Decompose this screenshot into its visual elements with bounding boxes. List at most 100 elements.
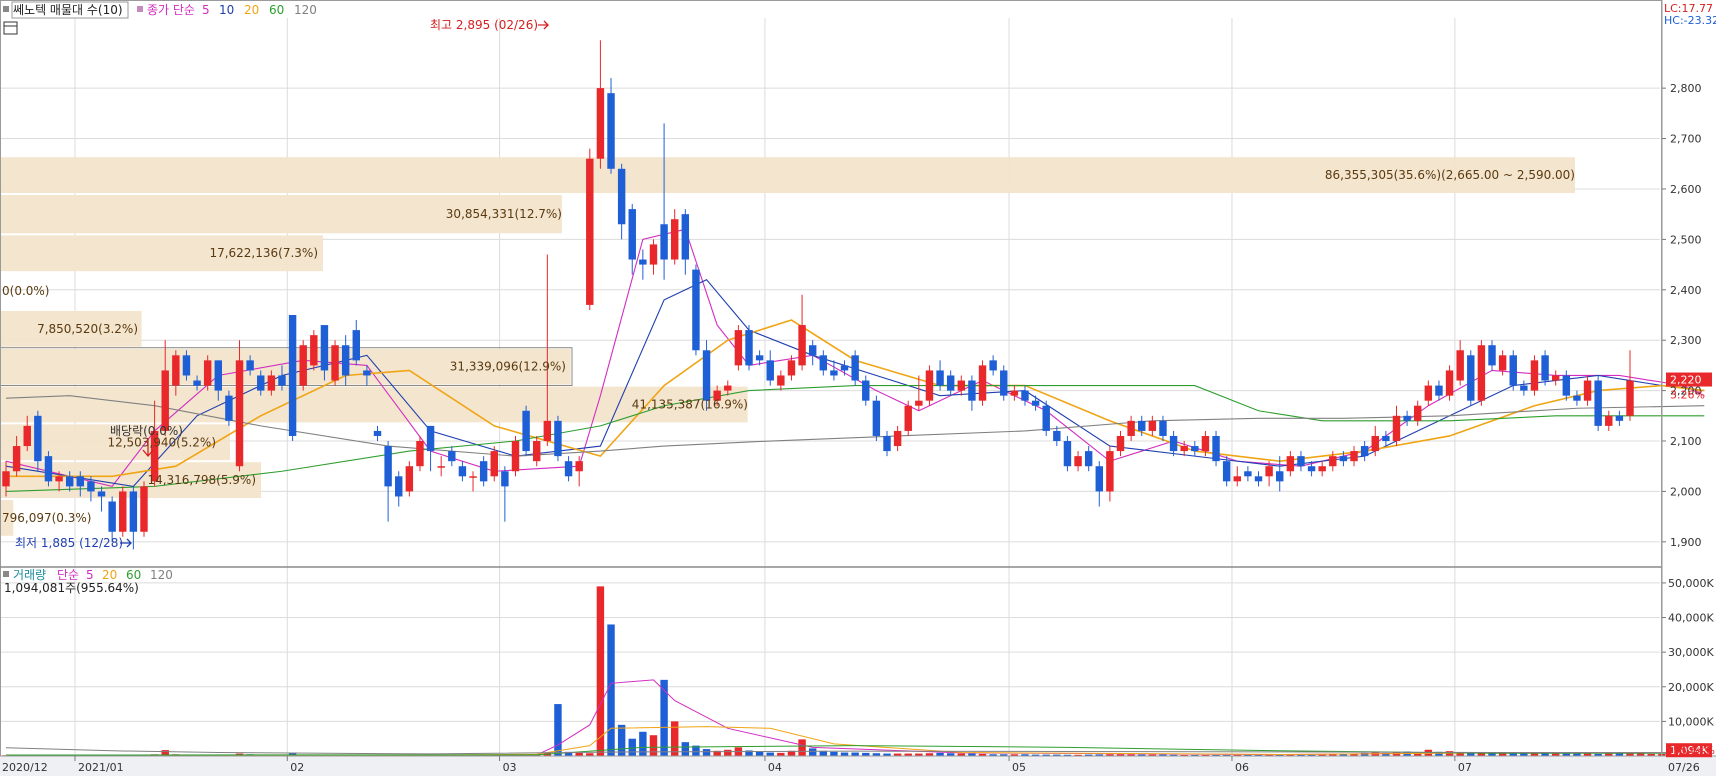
candle-body[interactable] xyxy=(161,370,169,431)
candle-body[interactable] xyxy=(1615,415,1624,421)
candle-body[interactable] xyxy=(129,491,138,532)
candle-body[interactable] xyxy=(1541,355,1549,381)
candle-body[interactable] xyxy=(936,370,944,386)
candle-body[interactable] xyxy=(586,158,594,305)
candle-body[interactable] xyxy=(1445,370,1454,396)
candle-body[interactable] xyxy=(1562,375,1571,396)
candle-body[interactable] xyxy=(511,441,520,472)
candle-body[interactable] xyxy=(1265,466,1273,477)
candle-body[interactable] xyxy=(1456,350,1464,381)
candle-body[interactable] xyxy=(1138,420,1146,431)
volume-bar[interactable] xyxy=(724,749,732,756)
candle-body[interactable] xyxy=(968,380,976,401)
candle-body[interactable] xyxy=(777,375,785,386)
candle-body[interactable] xyxy=(320,325,329,371)
candle-body[interactable] xyxy=(724,385,732,391)
candle-body[interactable] xyxy=(1477,345,1486,401)
candle-body[interactable] xyxy=(257,375,265,391)
candle-body[interactable] xyxy=(925,370,934,401)
candle-body[interactable] xyxy=(1583,380,1592,401)
volume-bar[interactable] xyxy=(649,735,658,756)
candle-body[interactable] xyxy=(1297,456,1305,467)
candle-body[interactable] xyxy=(426,425,435,452)
candle-body[interactable] xyxy=(575,461,583,472)
candle-body[interactable] xyxy=(1403,415,1411,421)
candle-body[interactable] xyxy=(946,375,955,391)
candle-body[interactable] xyxy=(522,410,530,452)
candle-body[interactable] xyxy=(851,355,859,381)
chart-canvas[interactable]: 1,9002,0002,1002,2002,3002,4002,5002,600… xyxy=(0,0,1716,776)
candle-body[interactable] xyxy=(448,451,456,462)
candle-body[interactable] xyxy=(978,365,987,401)
candle-body[interactable] xyxy=(670,219,679,260)
candle-body[interactable] xyxy=(384,446,392,487)
candle-body[interactable] xyxy=(1594,380,1602,426)
candle-body[interactable] xyxy=(1520,385,1528,391)
candle-body[interactable] xyxy=(1329,456,1337,467)
candle-body[interactable] xyxy=(1382,435,1390,442)
candle-body[interactable] xyxy=(1233,476,1241,482)
candle-body[interactable] xyxy=(267,375,276,391)
candle-body[interactable] xyxy=(1360,446,1369,457)
candle-body[interactable] xyxy=(235,360,244,467)
candle-body[interactable] xyxy=(1084,451,1093,467)
candle-body[interactable] xyxy=(1286,456,1295,472)
candle-body[interactable] xyxy=(44,456,53,482)
candle-body[interactable] xyxy=(904,405,912,431)
candle-body[interactable] xyxy=(1244,471,1252,477)
candle-body[interactable] xyxy=(405,466,414,492)
candle-body[interactable] xyxy=(1159,420,1167,436)
candle-body[interactable] xyxy=(1074,456,1082,467)
candle-body[interactable] xyxy=(840,365,849,371)
candle-body[interactable] xyxy=(1413,405,1422,421)
candle-body[interactable] xyxy=(1095,466,1103,492)
volume-bar[interactable] xyxy=(660,679,668,756)
candle-body[interactable] xyxy=(65,476,74,487)
candle-body[interactable] xyxy=(1350,451,1358,462)
candle-body[interactable] xyxy=(1307,466,1316,472)
volume-bar[interactable] xyxy=(798,739,806,756)
candle-body[interactable] xyxy=(1201,435,1210,452)
volume-bar[interactable] xyxy=(702,749,711,756)
volume-bar[interactable] xyxy=(681,742,690,756)
candle-body[interactable] xyxy=(299,345,307,386)
candle-body[interactable] xyxy=(596,88,605,159)
candle-body[interactable] xyxy=(1573,395,1581,401)
candle-body[interactable] xyxy=(352,330,360,361)
candle-body[interactable] xyxy=(1467,355,1475,401)
candle-body[interactable] xyxy=(2,471,10,487)
candle-body[interactable] xyxy=(1042,405,1050,431)
candle-body[interactable] xyxy=(1371,435,1379,452)
candle-body[interactable] xyxy=(479,461,488,482)
candle-body[interactable] xyxy=(395,476,403,497)
candle-body[interactable] xyxy=(989,360,997,371)
candle-body[interactable] xyxy=(1000,370,1008,396)
candle-body[interactable] xyxy=(288,314,297,436)
candle-body[interactable] xyxy=(1530,360,1539,391)
candle-body[interactable] xyxy=(1276,471,1284,482)
candle-body[interactable] xyxy=(787,360,796,376)
volume-bar[interactable] xyxy=(1371,752,1379,756)
candle-body[interactable] xyxy=(1222,461,1231,482)
candle-body[interactable] xyxy=(893,430,902,447)
candle-body[interactable] xyxy=(1339,456,1348,462)
candle-body[interactable] xyxy=(915,400,923,406)
candle-body[interactable] xyxy=(1191,446,1199,452)
candle-body[interactable] xyxy=(76,476,85,487)
candle-body[interactable] xyxy=(1435,385,1443,396)
candle-body[interactable] xyxy=(214,360,223,391)
candle-body[interactable] xyxy=(607,93,615,169)
candle-body[interactable] xyxy=(1063,441,1072,467)
candle-body[interactable] xyxy=(87,481,95,492)
candle-body[interactable] xyxy=(416,441,424,467)
candle-body[interactable] xyxy=(808,345,817,356)
candle-body[interactable] xyxy=(798,325,806,366)
candle-body[interactable] xyxy=(55,476,63,482)
candle-body[interactable] xyxy=(1424,385,1433,401)
candle-body[interactable] xyxy=(108,501,116,532)
candle-body[interactable] xyxy=(1148,420,1157,431)
volume-bar[interactable] xyxy=(830,751,838,756)
candle-body[interactable] xyxy=(437,466,445,468)
candle-body[interactable] xyxy=(1180,446,1188,452)
candle-body[interactable] xyxy=(766,360,774,381)
